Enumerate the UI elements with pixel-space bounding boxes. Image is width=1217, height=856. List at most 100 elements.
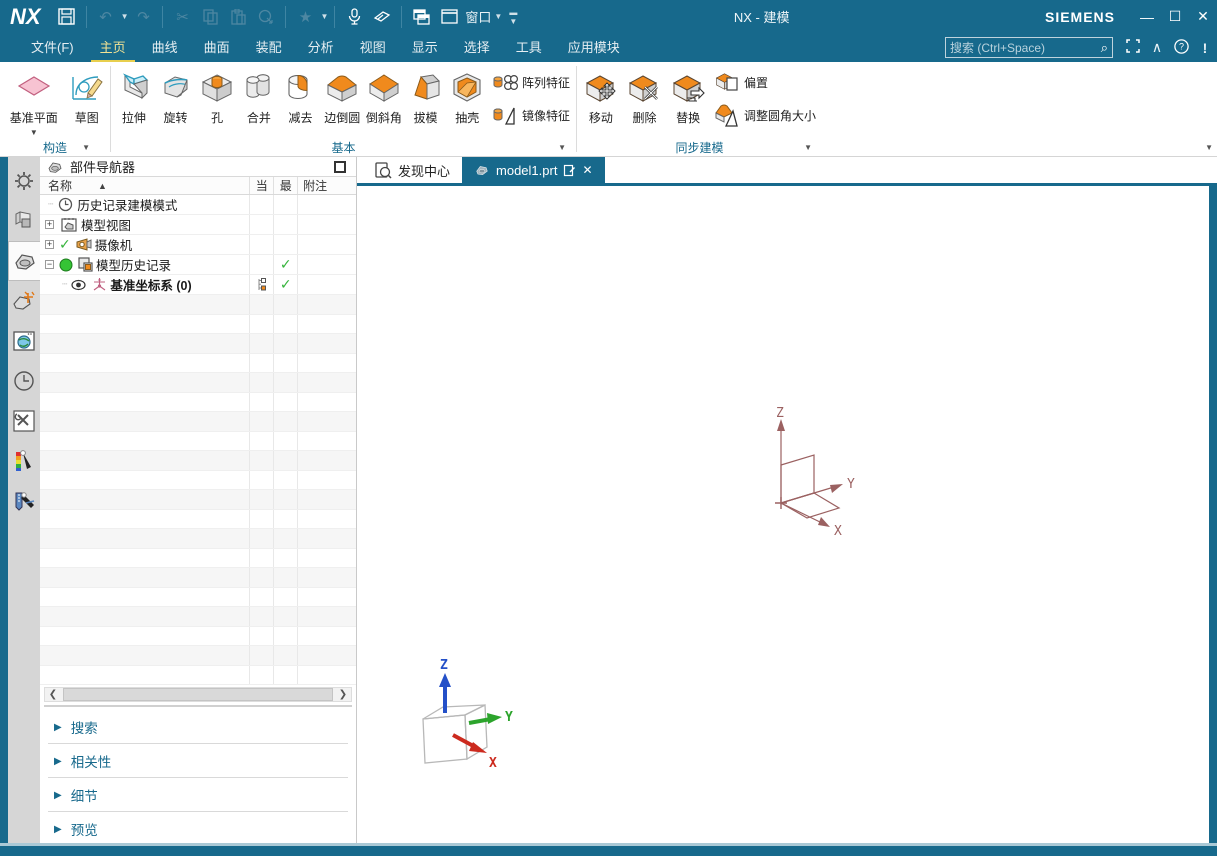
delete-face-button[interactable]: 删除 [623, 64, 667, 126]
group-construct-dropdown-icon[interactable]: ▼ [82, 143, 90, 152]
revolve-button[interactable]: 旋转 [155, 64, 197, 126]
process-studio-icon[interactable] [8, 401, 40, 441]
visual-reports-icon[interactable] [8, 441, 40, 481]
shell-button[interactable]: 抽壳 [446, 64, 488, 126]
menu-analysis[interactable]: 分析 [295, 32, 347, 63]
menu-selection[interactable]: 选择 [451, 32, 503, 63]
navigator-horizontal-scrollbar[interactable]: ❮ ❯ [44, 687, 352, 702]
tree-row-cameras[interactable]: + ✓ 摄像机 [40, 235, 356, 255]
window-menu-dropdown-icon[interactable]: ▼ [494, 12, 502, 21]
copy-icon[interactable] [198, 5, 222, 29]
undock-panel-icon[interactable] [334, 161, 346, 173]
close-button[interactable]: ✕ [1189, 5, 1217, 29]
section-search[interactable]: ▶ 搜索 [40, 712, 356, 741]
datum-csys-graphic[interactable]: Z Y X [742, 405, 882, 545]
subtract-button[interactable]: 减去 [280, 64, 322, 126]
check-icon[interactable]: ✓ [59, 236, 71, 253]
column-current[interactable]: 当 [249, 177, 273, 194]
constraint-navigator-icon[interactable] [8, 281, 40, 321]
expand-icon[interactable]: + [45, 240, 54, 249]
menu-view[interactable]: 视图 [347, 32, 399, 63]
cut-icon[interactable]: ✂ [170, 5, 194, 29]
menu-file[interactable]: 文件(F) [18, 32, 87, 63]
menu-application[interactable]: 应用模块 [555, 32, 633, 63]
web-browser-icon[interactable] [8, 321, 40, 361]
redo-icon[interactable]: ↷ [131, 5, 155, 29]
resize-blend-button[interactable]: 调整圆角大小 [714, 103, 816, 127]
microphone-icon[interactable] [342, 5, 366, 29]
draft-button[interactable]: 拔模 [405, 64, 447, 126]
offset-button[interactable]: 偏置 [714, 70, 816, 94]
view-triad[interactable]: Z Y X [407, 655, 517, 770]
undo-icon[interactable]: ↶ [94, 5, 118, 29]
scroll-right-icon[interactable]: ❯ [335, 689, 351, 700]
save-icon[interactable] [55, 5, 79, 29]
section-details[interactable]: ▶ 细节 [40, 780, 356, 809]
menu-render[interactable]: 显示 [399, 32, 451, 63]
command-finder-icon[interactable]: ! [1193, 40, 1217, 56]
group-synchronous-dropdown-icon[interactable]: ▼ [804, 143, 812, 152]
system-wand-icon[interactable] [8, 481, 40, 521]
pattern-feature-button[interactable]: 阵列特征 [492, 70, 570, 94]
close-tab-icon[interactable]: ✕ [582, 163, 592, 177]
minimize-ribbon-icon[interactable]: ∧ [1145, 39, 1169, 56]
paste-icon[interactable] [226, 5, 250, 29]
tree-row-history-mode[interactable]: ┄ 历史记录建模模式 [40, 195, 356, 215]
collapse-icon[interactable]: − [45, 260, 54, 269]
scrollbar-thumb[interactable] [63, 688, 333, 701]
window-layout-icon[interactable] [437, 5, 461, 29]
tree-row-datum-csys[interactable]: ┄ 基准坐标系 (0) ✓ [40, 275, 356, 295]
ribbon-overflow-dropdown-icon[interactable]: ▼ [1205, 143, 1213, 152]
minimize-button[interactable]: — [1133, 5, 1161, 29]
chamfer-button[interactable]: 倒斜角 [363, 64, 405, 126]
tree-row-model-history[interactable]: − 模型历史记录 ✓ [40, 255, 356, 275]
command-search-box[interactable]: ⌕ [945, 37, 1113, 58]
sketch-button[interactable]: 草图 [66, 64, 108, 126]
undo-dropdown-icon[interactable]: ▼ [121, 12, 129, 21]
search-input[interactable] [950, 41, 1101, 55]
extrude-button[interactable]: 拉伸 [113, 64, 155, 126]
suppressed-state-icon[interactable] [59, 258, 73, 272]
menu-curve[interactable]: 曲线 [139, 32, 191, 63]
help-icon[interactable]: ? [1169, 39, 1193, 57]
navigator-column-header[interactable]: 名称 ▲ 当 最 附注 [40, 176, 356, 195]
unite-button[interactable]: 合并 [238, 64, 280, 126]
section-preview[interactable]: ▶ 预览 [40, 814, 356, 843]
hole-button[interactable]: 孔 [196, 64, 238, 126]
visibility-eye-icon[interactable] [71, 279, 86, 291]
history-icon[interactable] [8, 361, 40, 401]
assembly-navigator-icon[interactable] [8, 201, 40, 241]
group-basic-dropdown-icon[interactable]: ▼ [558, 143, 566, 152]
part-navigator-icon[interactable] [8, 241, 40, 281]
touch-gesture-icon[interactable] [370, 5, 394, 29]
tree-row-model-views[interactable]: + 模型视图 [40, 215, 356, 235]
maximize-button[interactable]: ☐ [1161, 5, 1189, 29]
window-menu[interactable]: 窗口 [465, 5, 491, 29]
expand-icon[interactable]: + [45, 220, 54, 229]
replace-face-button[interactable]: 替换 [666, 64, 710, 126]
move-face-button[interactable]: 移动 [579, 64, 623, 126]
section-dependencies[interactable]: ▶ 相关性 [40, 746, 356, 775]
mirror-feature-button[interactable]: 镜像特征 [492, 103, 570, 127]
datum-plane-button[interactable]: 基准平面 ▼ [2, 64, 66, 137]
discover-center-tab[interactable]: 发现中心 [363, 157, 462, 183]
customize-quick-access-icon[interactable]: ▬▼ [509, 8, 517, 26]
menu-assemblies[interactable]: 装配 [243, 32, 295, 63]
fullscreen-icon[interactable] [1121, 39, 1145, 56]
search-icon[interactable]: ⌕ [1101, 40, 1108, 56]
copy-display-icon[interactable] [254, 5, 278, 29]
datum-plane-dropdown-icon[interactable]: ▼ [30, 128, 38, 137]
panel-splitter[interactable] [44, 705, 352, 707]
cascade-windows-icon[interactable] [409, 5, 433, 29]
menu-surface[interactable]: 曲面 [191, 32, 243, 63]
sort-ascending-icon[interactable]: ▲ [98, 181, 107, 191]
model-canvas[interactable]: Z Y X Z [357, 186, 1217, 843]
part-tab-model1[interactable]: model1.prt ✕ [462, 157, 604, 183]
menu-home[interactable]: 主页 [87, 32, 139, 63]
column-name[interactable]: 名称 [48, 177, 72, 194]
column-latest[interactable]: 最 [273, 177, 297, 194]
menu-tools[interactable]: 工具 [503, 32, 555, 63]
column-note[interactable]: 附注 [297, 177, 356, 194]
edge-blend-button[interactable]: 边倒圆 [321, 64, 363, 126]
scroll-left-icon[interactable]: ❮ [45, 689, 61, 700]
